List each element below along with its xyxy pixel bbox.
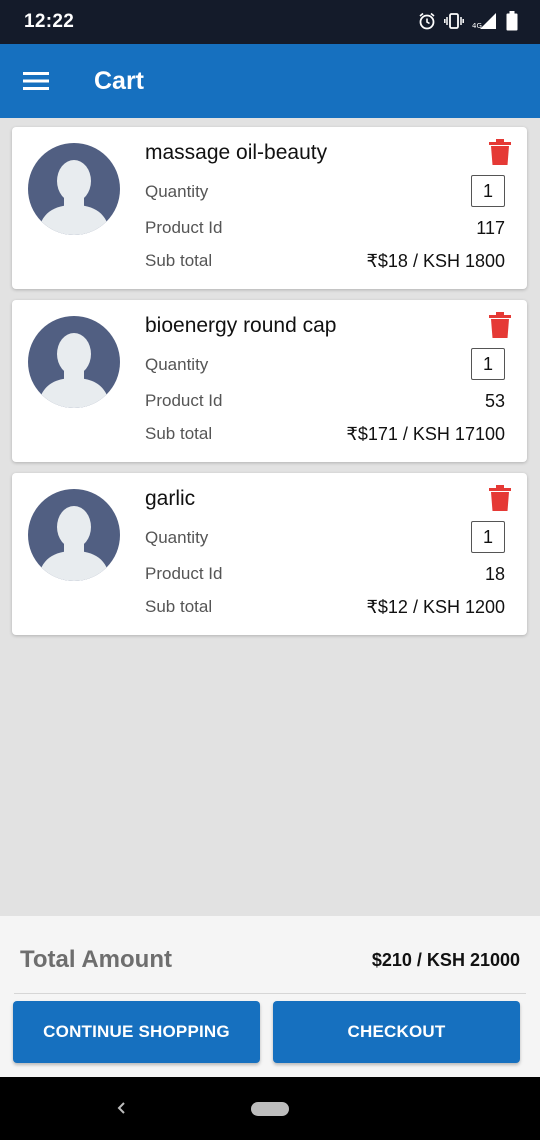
cart-list: massage oil-beauty Quantity 1 Product Id… <box>12 127 527 646</box>
quantity-label: Quantity <box>145 528 209 547</box>
page-title: Cart <box>94 67 145 95</box>
quantity-field[interactable]: 1 <box>471 348 505 380</box>
product-name: garlic <box>145 487 196 510</box>
home-pill-icon[interactable] <box>251 1102 289 1116</box>
person-placeholder-icon <box>28 489 120 581</box>
back-icon[interactable] <box>110 1097 132 1119</box>
cart-item: garlic Quantity 1 Product Id 18 Sub tota… <box>12 473 527 635</box>
quantity-field[interactable]: 1 <box>471 175 505 207</box>
hamburger-menu-icon[interactable] <box>16 61 56 101</box>
cart-item: bioenergy round cap Quantity 1 Product I… <box>12 300 527 462</box>
4g-signal-icon: 4G <box>472 12 498 30</box>
trash-icon[interactable] <box>489 139 515 167</box>
product-id-label: Product Id <box>145 218 223 237</box>
checkout-button[interactable]: CHECKOUT <box>273 1001 520 1063</box>
product-id-value: 117 <box>476 218 505 238</box>
product-id-label: Product Id <box>145 564 223 583</box>
battery-icon <box>506 11 518 31</box>
product-id-label: Product Id <box>145 391 223 410</box>
person-placeholder-icon <box>28 316 120 408</box>
total-amount-label: Total Amount <box>20 946 172 973</box>
app-bar: Cart <box>0 44 540 118</box>
total-amount-value: $210 / KSH 21000 <box>371 950 520 970</box>
product-id-value: 18 <box>484 564 505 584</box>
continue-shopping-button[interactable]: CONTINUE SHOPPING <box>13 1001 260 1063</box>
person-placeholder-icon <box>28 143 120 235</box>
subtotal-label: Sub total <box>145 251 213 270</box>
subtotal-value: ₹$12 / KSH 1200 <box>366 597 505 617</box>
product-id-value: 53 <box>484 391 505 411</box>
subtotal-value: ₹$171 / KSH 17100 <box>346 424 505 444</box>
subtotal-label: Sub total <box>145 424 213 443</box>
subtotal-value: ₹$18 / KSH 1800 <box>366 251 505 271</box>
quantity-label: Quantity <box>145 355 209 374</box>
cart-footer: Total Amount $210 / KSH 21000 CONTINUE S… <box>0 916 540 1077</box>
status-bar: 12:22 4G <box>0 0 540 44</box>
system-nav-bar <box>0 1077 540 1140</box>
quantity-field[interactable]: 1 <box>471 521 505 553</box>
trash-icon[interactable] <box>489 312 515 340</box>
vibrate-icon <box>444 12 464 30</box>
quantity-label: Quantity <box>145 182 209 201</box>
status-icons: 4G <box>418 11 518 31</box>
product-name: massage oil-beauty <box>145 141 328 164</box>
divider <box>14 993 526 994</box>
cart-item: massage oil-beauty Quantity 1 Product Id… <box>12 127 527 289</box>
status-time: 12:22 <box>24 11 75 32</box>
trash-icon[interactable] <box>489 485 515 513</box>
alarm-icon <box>418 12 436 30</box>
subtotal-label: Sub total <box>145 597 213 616</box>
product-name: bioenergy round cap <box>145 314 337 337</box>
